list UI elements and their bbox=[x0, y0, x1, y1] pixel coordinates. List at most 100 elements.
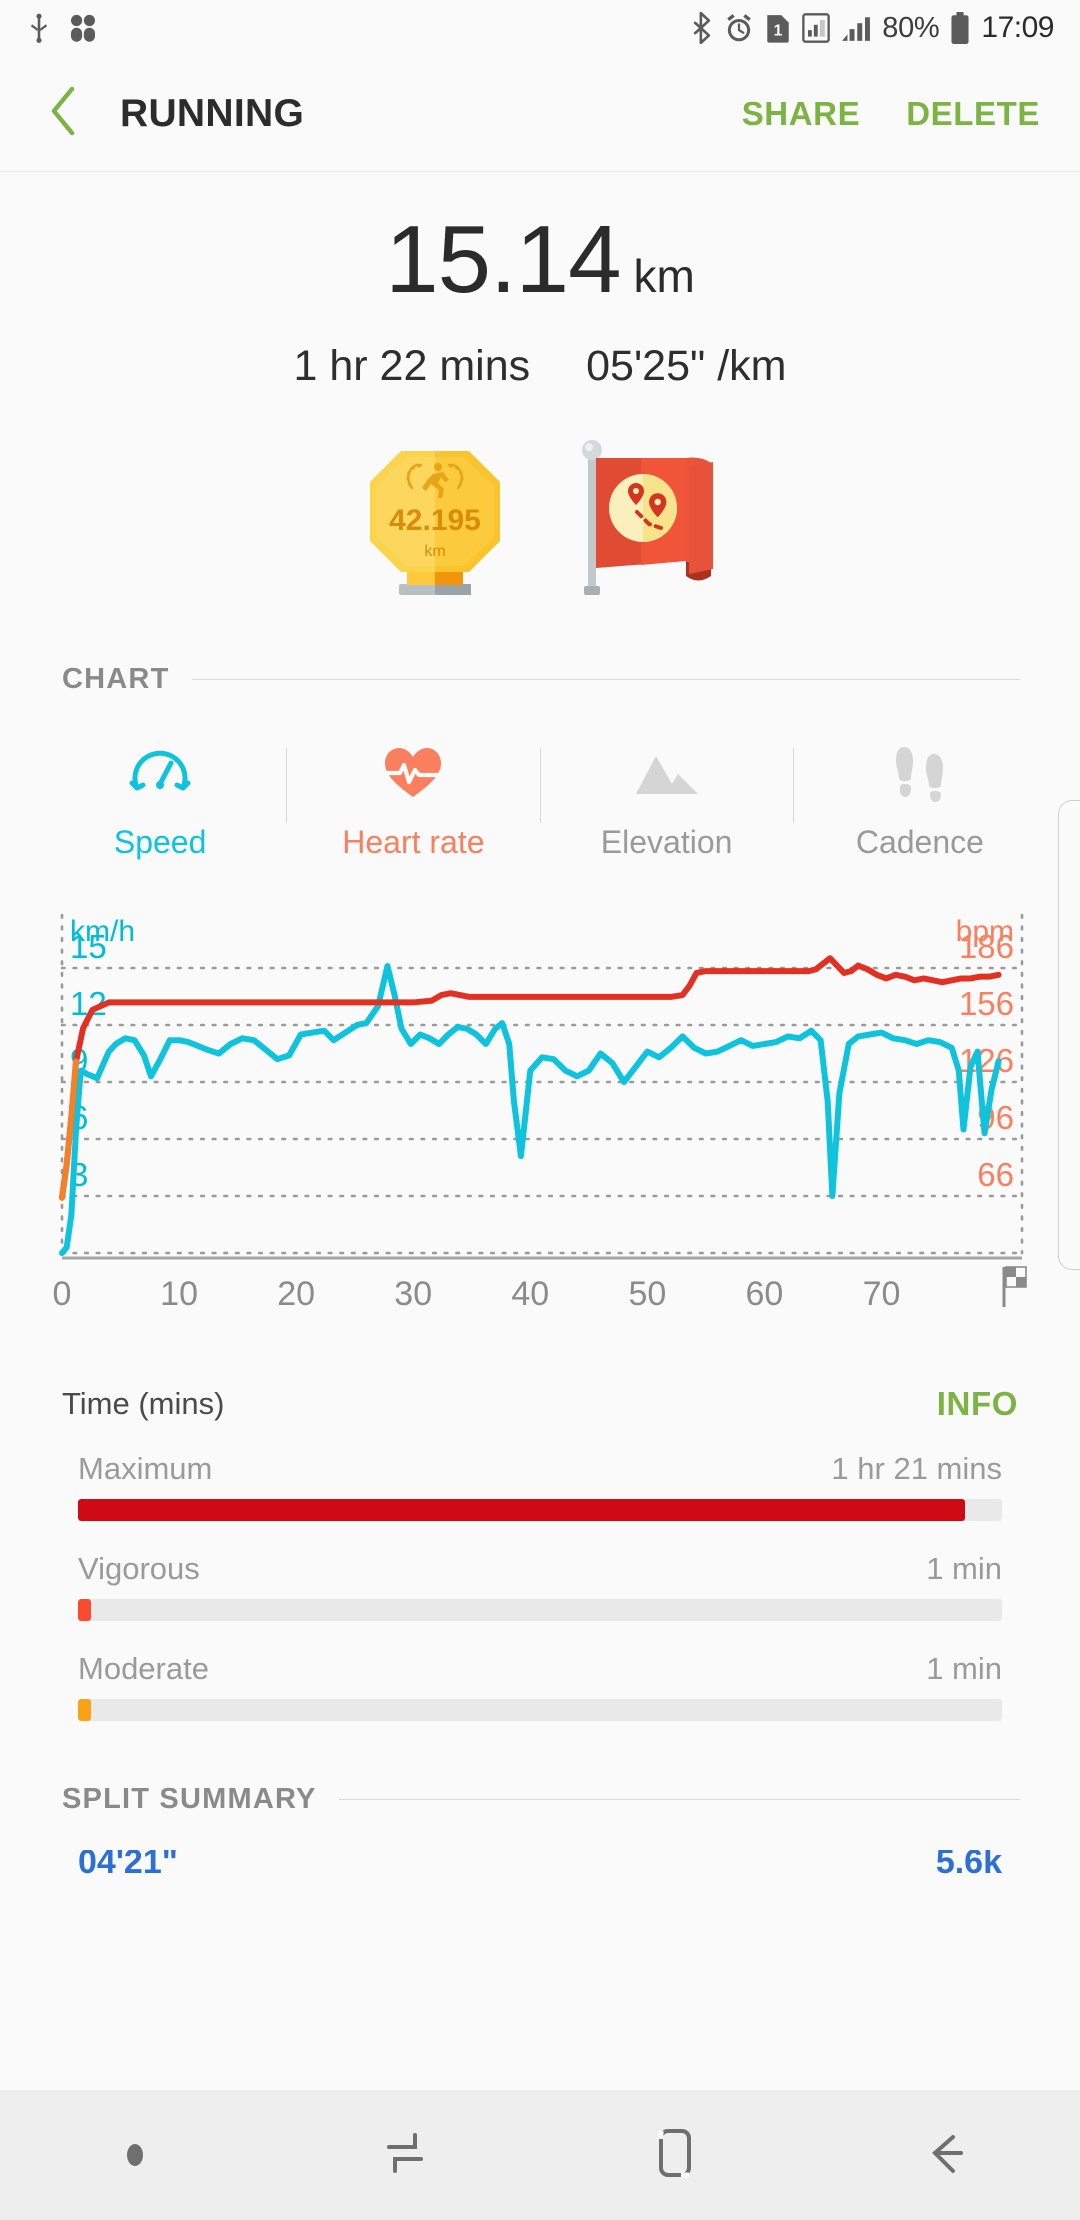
nav-dot-button[interactable] bbox=[0, 2090, 270, 2220]
zone-fill bbox=[78, 1599, 91, 1621]
back-icon bbox=[919, 2127, 971, 2184]
svg-text:60: 60 bbox=[746, 1275, 784, 1313]
usb-debug-icon bbox=[26, 13, 52, 43]
app-bar: RUNNING SHARE DELETE bbox=[0, 56, 1080, 172]
zone-label: Vigorous bbox=[78, 1551, 200, 1586]
heart-pulse-icon bbox=[382, 742, 444, 804]
zone-track bbox=[78, 1699, 1002, 1721]
bluetooth-icon bbox=[691, 12, 713, 44]
distance-value: 15.14 bbox=[385, 206, 621, 313]
zone-value: 1 hr 21 mins bbox=[831, 1451, 1002, 1486]
tab-cadence[interactable]: Cadence bbox=[794, 736, 1046, 867]
distance-row: 15.14 km bbox=[0, 212, 1080, 308]
system-nav-bar bbox=[0, 2090, 1080, 2220]
zone-track bbox=[78, 1499, 1002, 1521]
back-chevron-icon bbox=[46, 85, 80, 142]
tab-elevation-label: Elevation bbox=[600, 824, 733, 860]
badges-row: 42.195 km bbox=[0, 431, 1080, 601]
chart-plot-svg: km/h bpm151296318615612696660 10 20 30 40 50 60… bbox=[53, 913, 1027, 1313]
back-nav-button[interactable] bbox=[810, 2090, 1080, 2220]
svg-text:156: 156 bbox=[959, 985, 1014, 1022]
split-pace-value: 04'21" bbox=[78, 1850, 178, 1881]
signal-icon bbox=[841, 13, 871, 43]
chart-section-divider bbox=[191, 679, 1020, 680]
medal-unit-label: km bbox=[424, 543, 445, 560]
zone-row: Vigorous 1 min bbox=[78, 1551, 1002, 1621]
svg-text:10: 10 bbox=[160, 1275, 198, 1313]
svg-text:0: 0 bbox=[53, 1275, 72, 1313]
battery-icon bbox=[950, 12, 970, 44]
tab-heart-rate-label: Heart rate bbox=[342, 824, 485, 860]
split-summary-title: SPLIT SUMMARY bbox=[62, 1783, 317, 1815]
home-icon bbox=[649, 2125, 701, 2186]
route-flag-badge[interactable] bbox=[571, 436, 726, 601]
svg-text:1: 1 bbox=[774, 22, 783, 40]
svg-text:66: 66 bbox=[977, 1156, 1014, 1193]
tab-speed[interactable]: Speed bbox=[34, 736, 286, 867]
alarm-icon bbox=[724, 13, 754, 43]
svg-text:20: 20 bbox=[277, 1275, 315, 1313]
duration-pace-row: 1 hr 22 mins 05'25" /km bbox=[0, 342, 1080, 391]
info-button[interactable]: INFO bbox=[937, 1385, 1018, 1423]
sim-1-icon: 1 bbox=[765, 13, 791, 43]
clock-label: 17:09 bbox=[981, 11, 1054, 44]
split-distance-value: 5.6k bbox=[935, 1850, 1002, 1881]
medal-distance-label: 42.195 bbox=[389, 504, 481, 537]
tab-heart-rate[interactable]: Heart rate bbox=[287, 736, 539, 867]
heart-rate-zones: Maximum 1 hr 21 mins Vigorous 1 min Mode… bbox=[0, 1451, 1080, 1721]
status-bar: 1 80% 17:09 bbox=[0, 0, 1080, 56]
svg-text:186: 186 bbox=[959, 928, 1014, 965]
zone-label: Maximum bbox=[78, 1451, 213, 1486]
svg-text:15: 15 bbox=[70, 928, 107, 965]
chart-section-title: CHART bbox=[62, 663, 170, 695]
zone-header: Moderate 1 min bbox=[78, 1651, 1002, 1687]
app-bar-actions: SHARE DELETE bbox=[742, 95, 1046, 133]
apps-icon bbox=[68, 13, 98, 43]
share-button[interactable]: SHARE bbox=[742, 95, 861, 133]
chart-metric-tabs: Speed Heart rate Elevation Cadence bbox=[0, 736, 1080, 867]
home-button[interactable] bbox=[540, 2090, 810, 2220]
finish-flag-icon bbox=[1002, 1266, 1027, 1307]
marathon-medal-badge[interactable]: 42.195 km bbox=[355, 436, 515, 601]
status-bar-left-icons bbox=[26, 13, 98, 43]
footsteps-icon bbox=[892, 742, 948, 804]
mountain-icon bbox=[632, 742, 702, 804]
svg-text:30: 30 bbox=[394, 1275, 432, 1313]
zone-label: Moderate bbox=[78, 1651, 209, 1686]
zone-track bbox=[78, 1599, 1002, 1621]
activity-chart[interactable]: km/h bpm 15 12 9 6 3 186 156 126 96 66 0 10 20 30 40 50 60… bbox=[0, 903, 1080, 1373]
split-summary-section: SPLIT SUMMARY 04'21" 5.6k bbox=[0, 1783, 1080, 1882]
pace-value: 05'25" /km bbox=[586, 342, 787, 390]
sd-card-icon bbox=[802, 13, 831, 43]
workout-summary: 15.14 km 1 hr 22 mins 05'25" /km bbox=[0, 172, 1080, 391]
zone-row: Moderate 1 min bbox=[78, 1651, 1002, 1721]
status-bar-right-icons: 1 80% 17:09 bbox=[691, 11, 1054, 45]
zone-value: 1 min bbox=[926, 1651, 1002, 1686]
battery-percent-label: 80% bbox=[882, 11, 940, 44]
svg-text:70: 70 bbox=[863, 1275, 901, 1313]
page-scrollbar[interactable] bbox=[1058, 800, 1080, 1270]
speedometer-icon bbox=[129, 742, 191, 804]
recents-button[interactable] bbox=[270, 2090, 540, 2220]
split-summary-divider bbox=[338, 1799, 1020, 1800]
chart-axis-footer: Time (mins) INFO bbox=[0, 1385, 1080, 1423]
split-summary-header: SPLIT SUMMARY bbox=[0, 1783, 1080, 1816]
back-button[interactable] bbox=[34, 85, 92, 143]
tab-speed-label: Speed bbox=[113, 824, 207, 860]
svg-text:50: 50 bbox=[628, 1275, 666, 1313]
svg-text:40: 40 bbox=[511, 1275, 549, 1313]
tab-elevation[interactable]: Elevation bbox=[541, 736, 793, 867]
zone-value: 1 min bbox=[926, 1551, 1002, 1586]
x-axis-title: Time (mins) bbox=[62, 1386, 225, 1421]
duration-value: 1 hr 22 mins bbox=[293, 342, 531, 390]
chart-section-header: CHART bbox=[0, 663, 1080, 696]
zone-fill bbox=[78, 1699, 91, 1721]
delete-button[interactable]: DELETE bbox=[906, 95, 1040, 133]
zone-header: Vigorous 1 min bbox=[78, 1551, 1002, 1587]
page-title: RUNNING bbox=[120, 91, 305, 135]
zone-fill bbox=[78, 1499, 966, 1521]
zone-row: Maximum 1 hr 21 mins bbox=[78, 1451, 1002, 1521]
tab-cadence-label: Cadence bbox=[855, 824, 984, 860]
split-summary-peek-row[interactable]: 04'21" 5.6k bbox=[0, 1850, 1080, 1882]
zone-header: Maximum 1 hr 21 mins bbox=[78, 1451, 1002, 1487]
